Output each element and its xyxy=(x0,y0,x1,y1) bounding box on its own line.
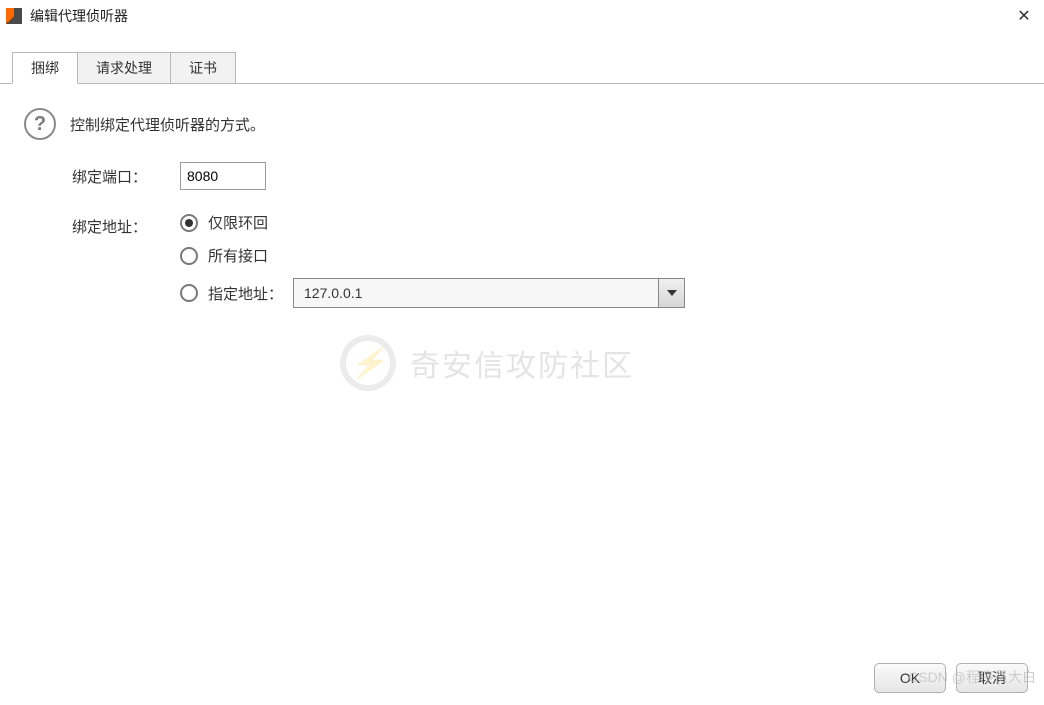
radio-icon xyxy=(180,214,198,232)
tab-binding[interactable]: 捆绑 xyxy=(12,52,78,84)
address-label: 绑定地址： xyxy=(72,212,180,237)
radio-all-interfaces[interactable]: 所有接口 xyxy=(180,245,1020,266)
radio-all-label: 所有接口 xyxy=(208,245,268,266)
watermark-logo-icon: ⚡ xyxy=(340,335,396,391)
port-label: 绑定端口： xyxy=(72,162,180,187)
radio-icon xyxy=(180,284,198,302)
port-input[interactable] xyxy=(180,162,266,190)
chevron-down-icon[interactable] xyxy=(658,279,684,307)
specific-address-select[interactable]: 127.0.0.1 xyxy=(293,278,685,308)
binding-panel: ? 控制绑定代理侦听器的方式。 绑定端口： 绑定地址： 仅限环回 xyxy=(0,84,1044,308)
cancel-button[interactable]: 取消 xyxy=(956,663,1028,693)
radio-specific-address[interactable]: 指定地址： 127.0.0.1 xyxy=(180,278,1020,308)
radio-loopback[interactable]: 仅限环回 xyxy=(180,212,1020,233)
app-icon xyxy=(6,8,22,24)
radio-loopback-label: 仅限环回 xyxy=(208,212,268,233)
help-icon[interactable]: ? xyxy=(24,108,56,140)
dialog-button-bar: OK 取消 xyxy=(874,663,1028,693)
tab-request-handling[interactable]: 请求处理 xyxy=(77,52,171,84)
tab-strip: 捆绑 请求处理 证书 xyxy=(0,52,1044,84)
tab-certificate[interactable]: 证书 xyxy=(170,52,236,84)
close-icon[interactable]: ✕ xyxy=(1012,6,1036,26)
window-title: 编辑代理侦听器 xyxy=(30,6,128,26)
window-titlebar: 编辑代理侦听器 ✕ xyxy=(0,0,1044,32)
watermark: ⚡ 奇安信攻防社区 xyxy=(340,335,634,391)
ok-button[interactable]: OK xyxy=(874,663,946,693)
binding-description: 控制绑定代理侦听器的方式。 xyxy=(70,114,265,135)
radio-specific-label: 指定地址： xyxy=(208,283,283,304)
watermark-text: 奇安信攻防社区 xyxy=(410,341,634,385)
radio-icon xyxy=(180,247,198,265)
specific-address-value: 127.0.0.1 xyxy=(304,285,362,301)
